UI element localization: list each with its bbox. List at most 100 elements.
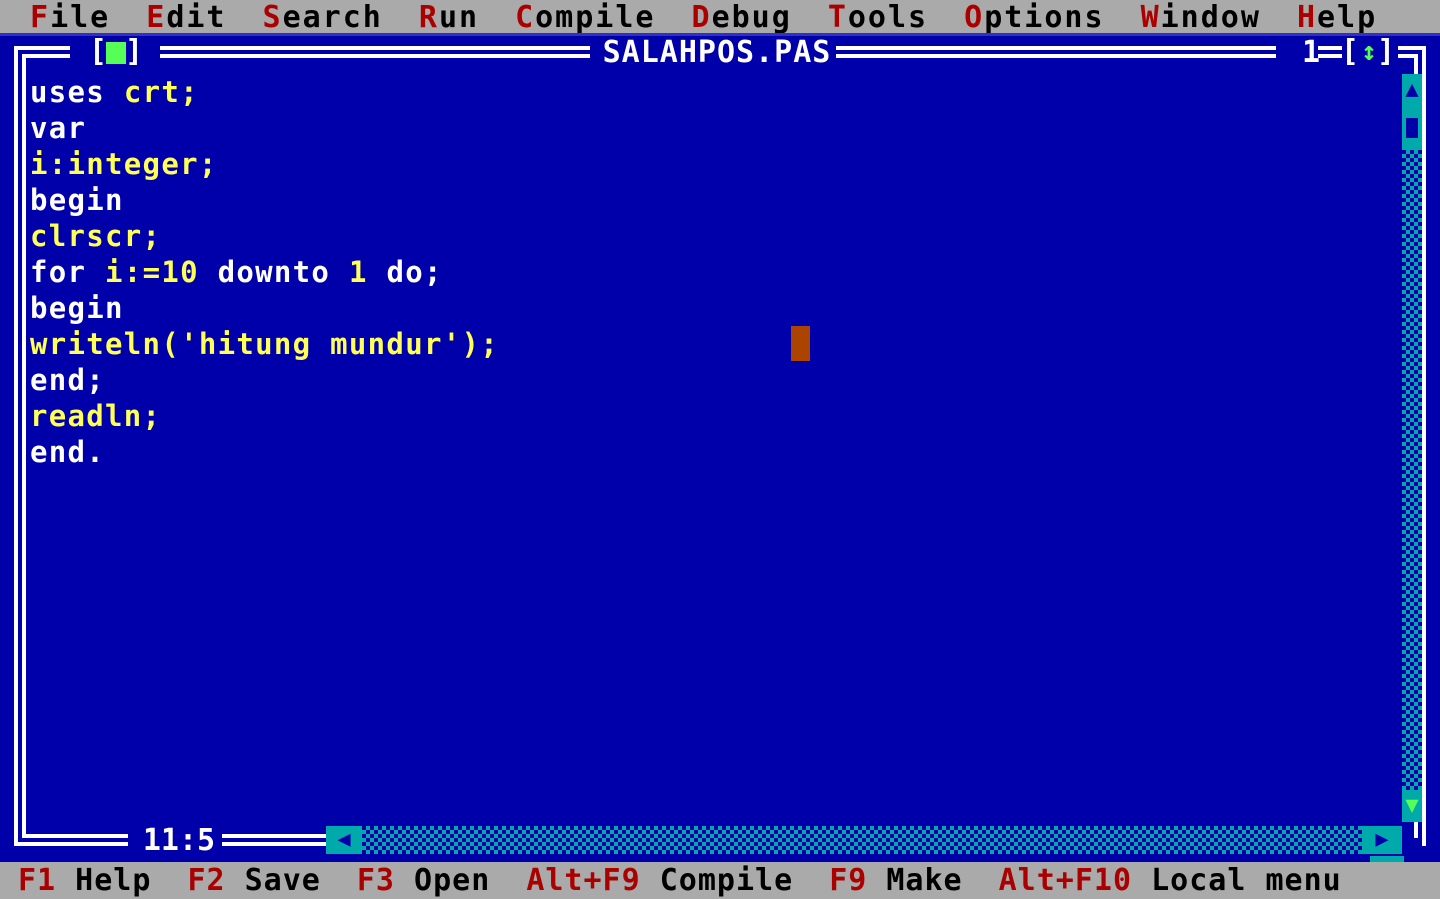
code-identifier: clrscr;	[30, 219, 162, 253]
menu-label-rest: ptions	[984, 0, 1105, 35]
vertical-scrollbar[interactable]: ▲ ▼	[1402, 74, 1422, 822]
menu-hotkey-letter: O	[964, 0, 985, 35]
resize-arrow-icon[interactable]: ↕	[1360, 39, 1378, 65]
code-line: end.	[30, 434, 1400, 470]
code-keyword	[105, 75, 124, 109]
frame-left-inner	[22, 54, 26, 838]
code-line: end;	[30, 362, 1400, 398]
vertical-scroll-track[interactable]	[1402, 150, 1422, 790]
code-keyword: do;	[386, 255, 443, 289]
code-line: readln;	[30, 398, 1400, 434]
window-title: SALAHPOS.PAS	[602, 35, 832, 70]
code-line: begin	[30, 182, 1400, 218]
status-hotkey: F1	[18, 863, 57, 898]
code-keyword: for	[30, 255, 106, 289]
menu-debug[interactable]: Debug	[692, 0, 792, 36]
status-label: Save	[225, 863, 321, 898]
code-identifier: i:integer;	[30, 147, 218, 181]
code-keyword: uses	[30, 75, 106, 109]
status-hotkey: F3	[356, 863, 395, 898]
text-cursor	[791, 326, 810, 361]
menu-label-rest: dit	[166, 0, 227, 35]
status-f9-make[interactable]: F9 Make	[829, 862, 962, 899]
scroll-right-arrow-icon[interactable]: ▶	[1362, 826, 1402, 854]
code-line: i:integer;	[30, 146, 1400, 182]
horizontal-scroll-track[interactable]	[362, 826, 1362, 854]
menu-run[interactable]: Run	[419, 0, 479, 36]
menu-help[interactable]: Help	[1297, 0, 1377, 36]
menu-label-rest: ile	[50, 0, 111, 35]
code-keyword: begin	[30, 291, 124, 325]
menu-label-rest: elp	[1317, 0, 1378, 35]
status-hotkey: Alt+F9	[526, 863, 641, 898]
menu-label-rest: indow	[1160, 0, 1261, 35]
status-label: Compile	[640, 863, 794, 898]
status-f2-save[interactable]: F2 Save	[187, 862, 320, 899]
code-identifier: crt;	[123, 75, 199, 109]
code-line: writeln('hitung mundur');	[30, 326, 1400, 362]
code-line: begin	[30, 290, 1400, 326]
menu-hotkey-letter: C	[515, 0, 536, 35]
code-editor[interactable]: uses crt; var i:integer; begin clrscr; for i:…	[30, 74, 1400, 822]
code-keyword: begin	[30, 183, 124, 217]
code-keyword: end;	[30, 363, 106, 397]
menu-label-rest: ools	[847, 0, 929, 35]
status-bar: F1 Help F2 Save F3 Open Alt+F9 Compile F9 Ma…	[0, 862, 1440, 899]
vertical-scroll-thumb[interactable]	[1402, 106, 1422, 150]
menu-window[interactable]: Window	[1141, 0, 1261, 36]
menu-hotkey-letter: T	[827, 0, 848, 35]
frame-top-mid-segment-inner	[160, 54, 590, 58]
frame-left-outer	[14, 46, 18, 846]
menu-compile[interactable]: Compile	[515, 0, 655, 36]
frame-top-left-segment-inner	[30, 54, 70, 58]
vertical-scroll-thumb-marker	[1406, 118, 1418, 138]
menu-label-rest: earch	[282, 0, 383, 35]
cursor-position-indicator: 11:5	[142, 823, 216, 858]
code-identifier: i:=10	[105, 255, 218, 289]
status-label: Help	[56, 863, 152, 898]
frame-top-mid-segment	[160, 46, 590, 50]
menu-file[interactable]: File	[30, 0, 110, 36]
status-f1-help[interactable]: F1 Help	[18, 862, 151, 899]
code-identifier: readln;	[30, 399, 162, 433]
status-hotkey: F2	[187, 863, 226, 898]
frame-top-left-segment	[30, 46, 70, 50]
menu-hotkey-letter: F	[30, 0, 51, 35]
menu-label-rest: ompile	[535, 0, 656, 35]
code-keyword: var	[30, 111, 87, 145]
status-hotkey: F9	[829, 863, 868, 898]
menu-options[interactable]: Options	[964, 0, 1104, 36]
scroll-left-arrow-icon[interactable]: ◀	[326, 826, 362, 854]
window-number: 1	[1301, 35, 1321, 70]
status-f3-open[interactable]: F3 Open	[357, 862, 490, 899]
frame-bottom-mid-segment	[222, 842, 326, 846]
menu-tools[interactable]: Tools	[828, 0, 928, 36]
menu-edit[interactable]: Edit	[146, 0, 226, 36]
menu-search[interactable]: Search	[263, 0, 383, 36]
menu-hotkey-letter: W	[1140, 0, 1161, 35]
frame-right-outer	[1422, 46, 1426, 846]
status-label: Make	[867, 863, 963, 898]
status-label: Local menu	[1132, 863, 1342, 898]
horizontal-scrollbar[interactable]: ◀ ▶	[326, 826, 1402, 854]
menu-hotkey-letter: H	[1296, 0, 1317, 35]
code-keyword: downto	[217, 255, 349, 289]
menu-hotkey-letter: E	[146, 0, 167, 35]
code-line: var	[30, 110, 1400, 146]
status-altf9-compile[interactable]: Alt+F9 Compile	[526, 862, 793, 899]
code-line: for i:=10 downto 1 do;	[30, 254, 1400, 290]
status-altf10-local-menu[interactable]: Alt+F10 Local menu	[999, 862, 1342, 899]
frame-top-mid2-segment-inner	[836, 54, 1276, 58]
menu-label-rest: un	[438, 0, 480, 35]
frame-bottom-left-segment	[18, 842, 128, 846]
scroll-up-arrow-icon[interactable]: ▲	[1402, 74, 1422, 106]
status-label: Open	[395, 863, 491, 898]
close-icon[interactable]	[106, 42, 126, 64]
menu-bar: File Edit Search Run Compile Debug Tools Option…	[0, 0, 1440, 36]
menu-hotkey-letter: D	[691, 0, 712, 35]
menu-hotkey-letter: R	[418, 0, 439, 35]
code-line: uses crt;	[30, 74, 1400, 110]
code-line: clrscr;	[30, 218, 1400, 254]
code-identifier: writeln('hitung mundur');	[30, 327, 499, 361]
scroll-down-arrow-icon[interactable]: ▼	[1402, 790, 1422, 822]
